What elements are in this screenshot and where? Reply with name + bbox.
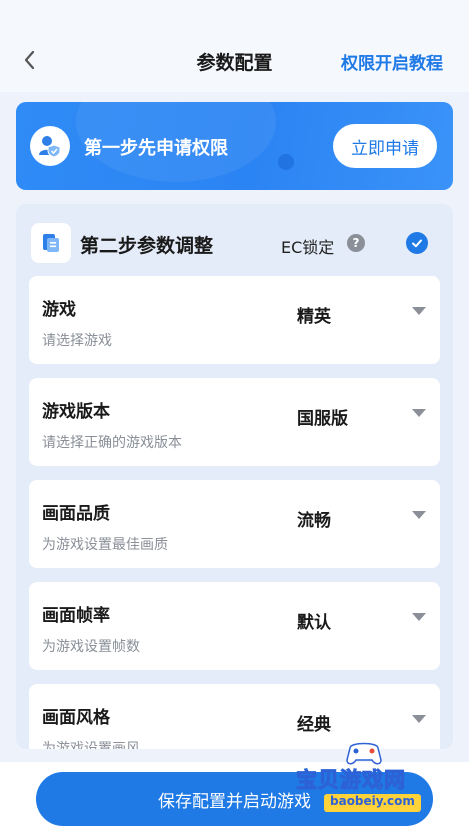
dropdown-caret-icon[interactable]: [412, 409, 426, 417]
watermark-text: 宝贝游戏网: [296, 768, 406, 793]
setting-title: 游戏: [42, 300, 76, 320]
setting-value: 默认: [297, 613, 331, 633]
step1-banner: 第一步先申请权限 立即申请: [16, 102, 453, 190]
setting-row-game[interactable]: 游戏 请选择游戏 精英: [29, 276, 440, 364]
setting-subtitle: 为游戏设置画风: [42, 741, 140, 749]
setting-subtitle: 为游戏设置帧数: [42, 639, 140, 655]
setting-subtitle: 请选择游戏: [42, 333, 112, 349]
top-bar: 参数配置 权限开启教程: [0, 0, 469, 92]
step2-title: 第二步参数调整: [80, 235, 214, 257]
step1-label: 第一步先申请权限: [84, 138, 228, 159]
dropdown-caret-icon[interactable]: [412, 613, 426, 621]
setting-value: 精英: [297, 307, 331, 327]
help-question-icon[interactable]: ?: [347, 234, 365, 252]
ec-lock-checkbox[interactable]: [406, 232, 428, 254]
setting-subtitle: 请选择正确的游戏版本: [42, 435, 182, 451]
banner-dot: [278, 154, 294, 170]
step2-panel: 第二步参数调整 EC锁定 ? 游戏 请选择游戏 精英 游戏版本 请选择正确的游戏…: [16, 204, 453, 749]
setting-row-framerate[interactable]: 画面帧率 为游戏设置帧数 默认: [29, 582, 440, 670]
watermark-url: baobeiy.com: [324, 794, 421, 812]
setting-title: 游戏版本: [42, 402, 110, 422]
setting-row-quality[interactable]: 画面品质 为游戏设置最佳画质 流畅: [29, 480, 440, 568]
document-icon: [31, 223, 71, 263]
permission-tutorial-link[interactable]: 权限开启教程: [341, 49, 443, 74]
setting-title: 画面帧率: [42, 606, 110, 626]
ec-lock-label: EC锁定: [281, 238, 335, 257]
setting-title: 画面风格: [42, 708, 110, 728]
watermark-logo: 宝贝游戏网 baobeiy.com: [296, 738, 466, 828]
dropdown-caret-icon[interactable]: [412, 307, 426, 315]
setting-value: 国服版: [297, 409, 348, 429]
setting-value: 流畅: [297, 511, 331, 531]
apply-permission-button[interactable]: 立即申请: [333, 124, 437, 168]
dropdown-caret-icon[interactable]: [412, 511, 426, 519]
dropdown-caret-icon[interactable]: [412, 715, 426, 723]
setting-value: 经典: [297, 715, 331, 735]
setting-subtitle: 为游戏设置最佳画质: [42, 537, 168, 553]
setting-row-version[interactable]: 游戏版本 请选择正确的游戏版本 国服版: [29, 378, 440, 466]
user-shield-icon: [30, 126, 70, 166]
setting-title: 画面品质: [42, 504, 110, 524]
